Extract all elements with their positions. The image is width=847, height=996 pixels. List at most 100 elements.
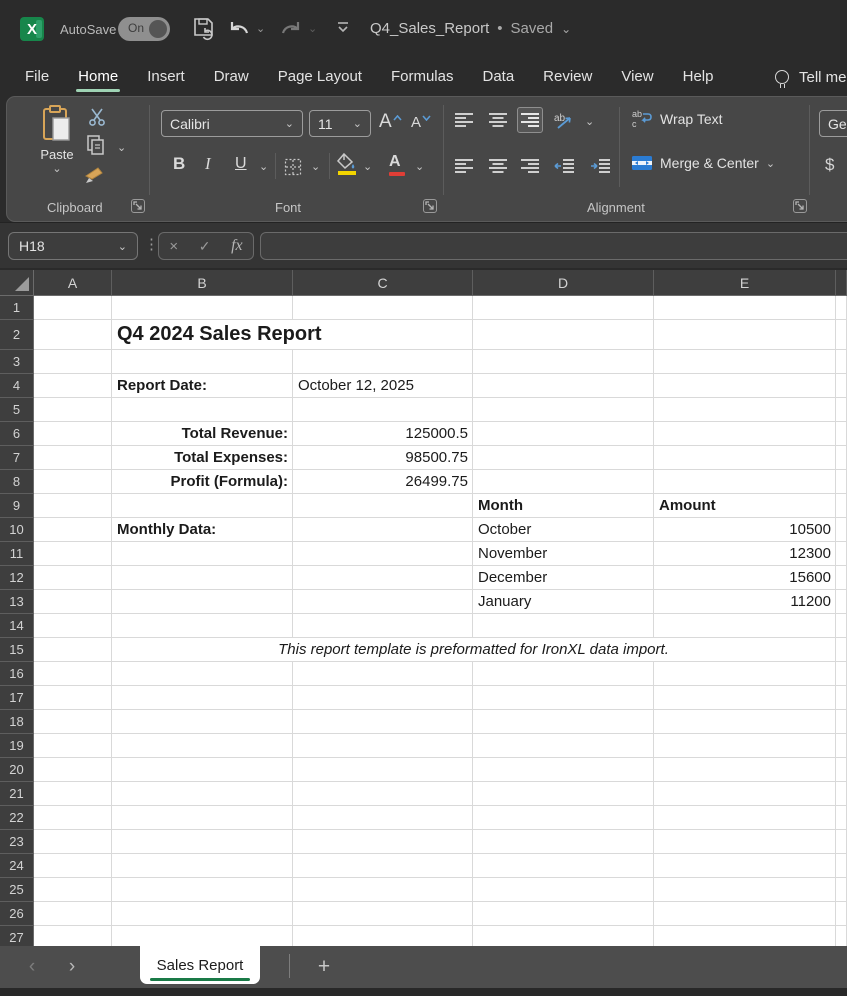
cell-F10[interactable] <box>836 518 847 542</box>
cell-C16[interactable] <box>293 662 473 686</box>
row-header-7[interactable]: 7 <box>0 446 34 470</box>
row-header-4[interactable]: 4 <box>0 374 34 398</box>
number-format-combobox[interactable]: General <box>819 110 847 137</box>
cut-button[interactable] <box>85 105 109 129</box>
cell-D22[interactable] <box>473 806 654 830</box>
cell-A25[interactable] <box>34 878 112 902</box>
cell-E13[interactable]: 11200 <box>654 590 836 614</box>
cell-A14[interactable] <box>34 614 112 638</box>
cell-E11[interactable]: 12300 <box>654 542 836 566</box>
cell-E4[interactable] <box>654 374 836 398</box>
column-header-D[interactable]: D <box>473 270 654 296</box>
cell-F15[interactable] <box>836 638 847 662</box>
cell-D17[interactable] <box>473 686 654 710</box>
cell-A9[interactable] <box>34 494 112 518</box>
cell-C23[interactable] <box>293 830 473 854</box>
cell-B8[interactable]: Profit (Formula): <box>112 470 293 494</box>
cell-A4[interactable] <box>34 374 112 398</box>
cell-F18[interactable] <box>836 710 847 734</box>
add-sheet-button[interactable]: + <box>310 953 338 981</box>
cell-C5[interactable] <box>293 398 473 422</box>
cell-C18[interactable] <box>293 710 473 734</box>
undo-icon[interactable] <box>228 18 250 38</box>
cell-E5[interactable] <box>654 398 836 422</box>
cell-D9[interactable]: Month <box>473 494 654 518</box>
cell-E3[interactable] <box>654 350 836 374</box>
cell-D4[interactable] <box>473 374 654 398</box>
cell-E23[interactable] <box>654 830 836 854</box>
cell-E14[interactable] <box>654 614 836 638</box>
cell-E20[interactable] <box>654 758 836 782</box>
row-header-1[interactable]: 1 <box>0 296 34 320</box>
decrease-indent-button[interactable] <box>551 153 577 179</box>
cell-C13[interactable] <box>293 590 473 614</box>
cell-B19[interactable] <box>112 734 293 758</box>
cell-A24[interactable] <box>34 854 112 878</box>
cell-D24[interactable] <box>473 854 654 878</box>
grow-font-button[interactable]: A <box>379 111 402 133</box>
ribbon-tab-draw[interactable]: Draw <box>214 60 249 95</box>
row-header-2[interactable]: 2 <box>0 320 34 350</box>
cell-A18[interactable] <box>34 710 112 734</box>
cell-A6[interactable] <box>34 422 112 446</box>
cell-F12[interactable] <box>836 566 847 590</box>
cell-F16[interactable] <box>836 662 847 686</box>
cell-D10[interactable]: October <box>473 518 654 542</box>
cell-C17[interactable] <box>293 686 473 710</box>
cell-E16[interactable] <box>654 662 836 686</box>
cell-B23[interactable] <box>112 830 293 854</box>
cell-A3[interactable] <box>34 350 112 374</box>
tell-me-control[interactable]: Tell me <box>775 58 847 96</box>
ribbon-tab-page-layout[interactable]: Page Layout <box>278 60 362 95</box>
cell-B17[interactable] <box>112 686 293 710</box>
cell-C25[interactable] <box>293 878 473 902</box>
cell-F24[interactable] <box>836 854 847 878</box>
font-size-combobox[interactable]: 11 ⌄ <box>309 110 371 137</box>
cell-E7[interactable] <box>654 446 836 470</box>
cell-E2[interactable] <box>654 320 836 350</box>
cell-D16[interactable] <box>473 662 654 686</box>
customize-toolbar-icon[interactable] <box>336 20 350 34</box>
cell-A5[interactable] <box>34 398 112 422</box>
cell-F9[interactable] <box>836 494 847 518</box>
row-header-23[interactable]: 23 <box>0 830 34 854</box>
cell-B3[interactable] <box>112 350 293 374</box>
cell-E9[interactable]: Amount <box>654 494 836 518</box>
cell-A19[interactable] <box>34 734 112 758</box>
align-center-button[interactable] <box>485 153 511 179</box>
excel-logo-icon[interactable]: X <box>20 17 44 41</box>
cell-A7[interactable] <box>34 446 112 470</box>
row-header-12[interactable]: 12 <box>0 566 34 590</box>
cell-E6[interactable] <box>654 422 836 446</box>
row-header-18[interactable]: 18 <box>0 710 34 734</box>
cell-D2[interactable] <box>473 320 654 350</box>
cell-F21[interactable] <box>836 782 847 806</box>
cell-D21[interactable] <box>473 782 654 806</box>
undo-chevron[interactable]: ⌄ <box>256 22 265 35</box>
cell-E18[interactable] <box>654 710 836 734</box>
cell-E24[interactable] <box>654 854 836 878</box>
row-header-13[interactable]: 13 <box>0 590 34 614</box>
cell-E1[interactable] <box>654 296 836 320</box>
row-header-20[interactable]: 20 <box>0 758 34 782</box>
cell-F8[interactable] <box>836 470 847 494</box>
cell-D12[interactable]: December <box>473 566 654 590</box>
cell-B9[interactable] <box>112 494 293 518</box>
cell-C19[interactable] <box>293 734 473 758</box>
row-header-15[interactable]: 15 <box>0 638 34 662</box>
cell-D3[interactable] <box>473 350 654 374</box>
copy-button[interactable] <box>83 133 107 157</box>
cell-C20[interactable] <box>293 758 473 782</box>
ribbon-tab-formulas[interactable]: Formulas <box>391 60 454 95</box>
cell-C12[interactable] <box>293 566 473 590</box>
cell-D25[interactable] <box>473 878 654 902</box>
cell-B20[interactable] <box>112 758 293 782</box>
shrink-font-button[interactable]: A <box>411 114 431 131</box>
cell-B25[interactable] <box>112 878 293 902</box>
borders-button[interactable] <box>281 155 305 179</box>
cell-C4[interactable]: October 12, 2025 <box>293 374 473 398</box>
cell-B12[interactable] <box>112 566 293 590</box>
row-header-9[interactable]: 9 <box>0 494 34 518</box>
cell-B16[interactable] <box>112 662 293 686</box>
cell-A13[interactable] <box>34 590 112 614</box>
